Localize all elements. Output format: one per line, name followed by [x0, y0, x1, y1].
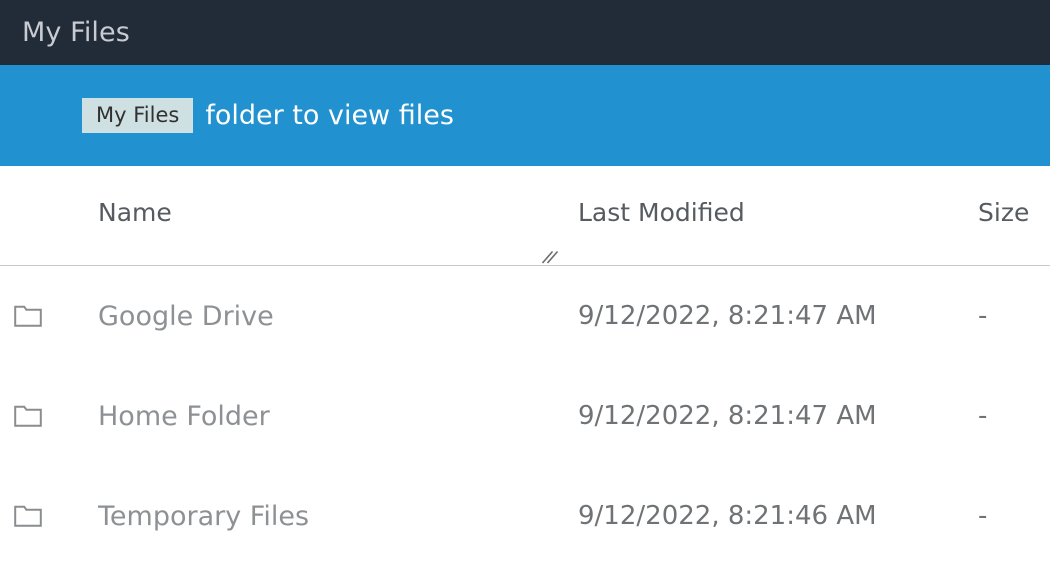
file-last-modified: 9/12/2022, 8:21:47 AM: [578, 301, 877, 331]
folder-icon: [14, 305, 42, 328]
file-size: -: [978, 401, 988, 431]
file-name[interactable]: Google Drive: [98, 303, 274, 330]
file-table: Name Last Modified Size Google Drive 9/1…: [0, 166, 1050, 556]
folder-icon: [14, 505, 42, 528]
file-size: -: [978, 501, 988, 531]
highlighted-folder-chip[interactable]: My Files: [82, 98, 194, 133]
column-header-name[interactable]: Name: [98, 200, 172, 225]
resize-grip-icon[interactable]: [540, 248, 560, 266]
app-title: My Files: [22, 17, 130, 48]
file-table-body: Google Drive 9/12/2022, 8:21:47 AM - Hom…: [0, 266, 1050, 566]
file-last-modified: 9/12/2022, 8:21:46 AM: [578, 501, 877, 531]
file-name[interactable]: Temporary Files: [98, 503, 309, 530]
title-bar: My Files: [0, 0, 1050, 65]
table-row[interactable]: Home Folder 9/12/2022, 8:21:47 AM -: [0, 366, 1050, 466]
instruction-banner: My Files folder to view files: [0, 65, 1050, 166]
table-row[interactable]: Google Drive 9/12/2022, 8:21:47 AM -: [0, 266, 1050, 366]
file-name[interactable]: Home Folder: [98, 403, 270, 430]
column-header-size[interactable]: Size: [978, 200, 1029, 225]
column-header-last-modified[interactable]: Last Modified: [578, 200, 745, 225]
table-row[interactable]: Temporary Files 9/12/2022, 8:21:46 AM -: [0, 466, 1050, 566]
instruction-banner-content: My Files folder to view files: [82, 98, 454, 133]
file-size: -: [978, 301, 988, 331]
instruction-text: folder to view files: [205, 100, 454, 131]
file-table-header-row: Name Last Modified Size: [0, 166, 1050, 266]
file-last-modified: 9/12/2022, 8:21:47 AM: [578, 401, 877, 431]
folder-icon: [14, 405, 42, 428]
file-manager-window: My Files My Files folder to view files N…: [0, 0, 1050, 556]
